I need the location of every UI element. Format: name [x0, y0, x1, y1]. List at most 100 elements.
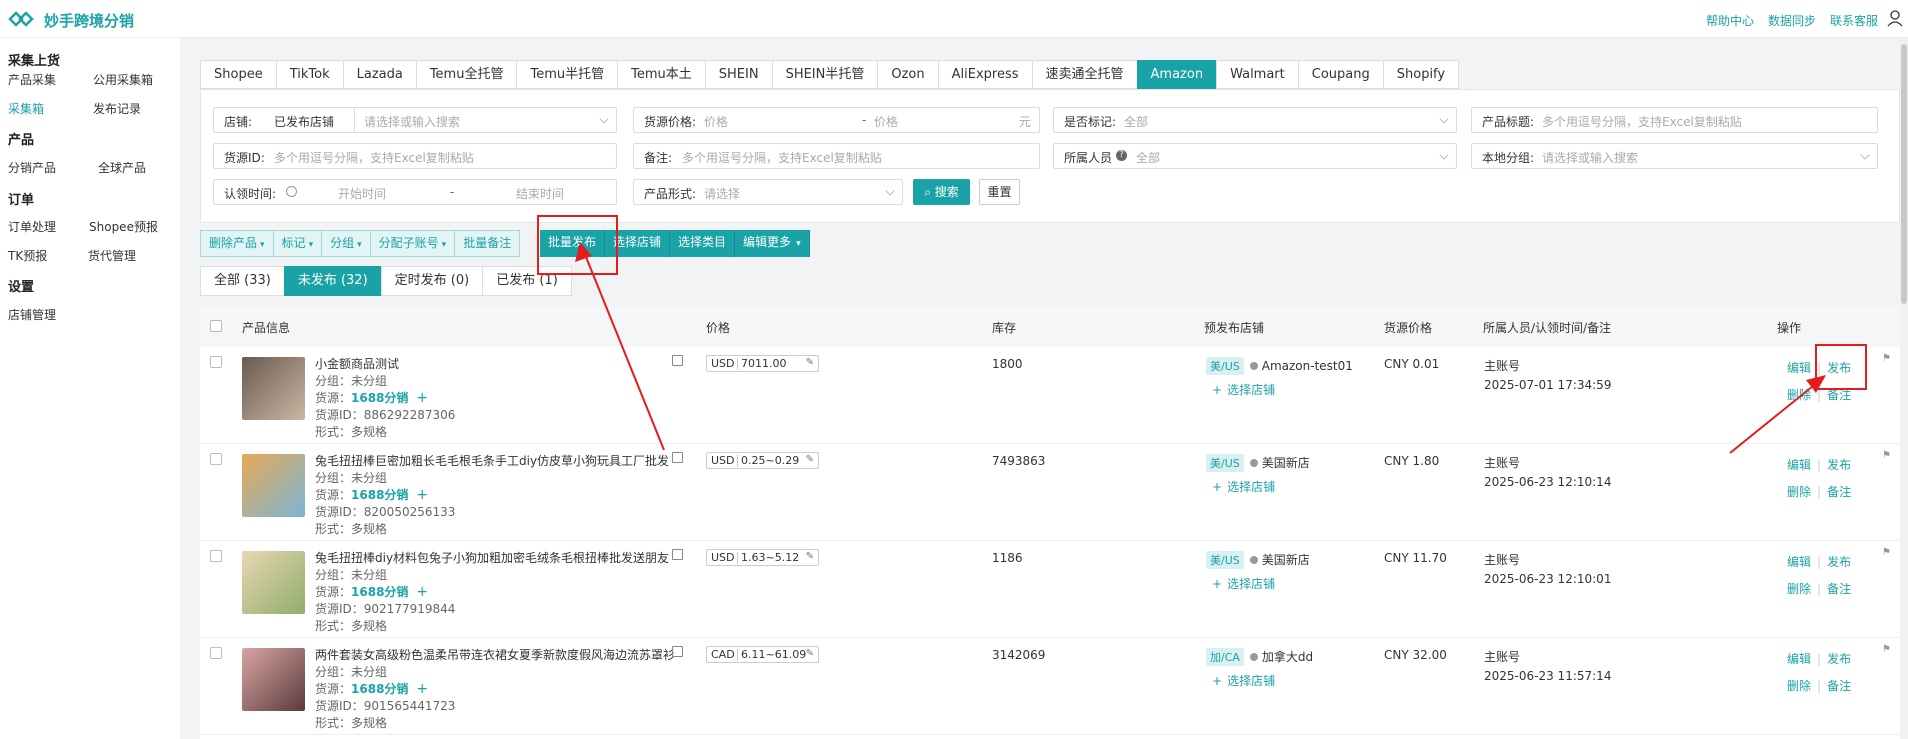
note-filter[interactable]: 备注: 多个用逗号分隔，支持Excel复制粘贴 — [633, 143, 1040, 169]
src-price-filter[interactable]: 货源价格: 价格 - 价格 元 — [633, 107, 1040, 133]
select-store-link[interactable]: + 选择店铺 — [1212, 478, 1275, 495]
tab-shein[interactable]: SHEIN — [704, 60, 772, 89]
marked-filter[interactable]: 是否标记: 全部 — [1053, 107, 1457, 133]
delete-button[interactable]: 删除 — [1787, 679, 1811, 693]
form-filter[interactable]: 产品形式: 请选择 — [633, 179, 903, 205]
select-all-checkbox[interactable] — [210, 320, 222, 332]
product-title[interactable]: 两件套装女高级粉色温柔吊带连衣裙女夏季新款度假风海边流苏罩衫 — [315, 646, 675, 663]
tab-temu本土[interactable]: Temu本土 — [617, 60, 705, 89]
form-select[interactable]: 请选择 — [704, 185, 740, 202]
action-0[interactable]: 删除产品 ▾ — [200, 230, 273, 257]
sidebar-item-forwarder[interactable]: 货代管理 — [88, 247, 136, 264]
reset-button[interactable]: 重置 — [979, 179, 1020, 205]
flag-icon[interactable]: ⚑ — [1882, 450, 1892, 461]
tab-tiktok[interactable]: TikTok — [275, 60, 343, 89]
note-button[interactable]: 备注 — [1827, 388, 1851, 402]
price-min-input[interactable]: 价格 — [704, 113, 728, 130]
tab-temu半托管[interactable]: Temu半托管 — [516, 60, 618, 89]
action-2[interactable]: 分组 ▾ — [321, 230, 370, 257]
edit-button[interactable]: 编辑 — [1787, 555, 1811, 569]
title-filter[interactable]: 产品标题: 多个用逗号分隔，支持Excel复制粘贴 — [1471, 107, 1878, 133]
start-time-input[interactable]: 开始时间 — [338, 185, 386, 202]
note-input[interactable]: 多个用逗号分隔，支持Excel复制粘贴 — [682, 149, 882, 166]
row-checkbox[interactable] — [210, 647, 222, 659]
sidebar-item-collect-box[interactable]: 采集箱 — [8, 100, 44, 117]
select-store-link[interactable]: + 选择店铺 — [1212, 381, 1275, 398]
tab-amazon[interactable]: Amazon — [1136, 60, 1217, 89]
srcid-input[interactable]: 多个用逗号分隔，支持Excel复制粘贴 — [274, 149, 474, 166]
tab-速卖通全托管[interactable]: 速卖通全托管 — [1031, 60, 1137, 89]
tab-temu全托管[interactable]: Temu全托管 — [415, 60, 517, 89]
sidebar-item-public-box[interactable]: 公用采集箱 — [93, 71, 153, 88]
add-icon[interactable]: + — [416, 681, 428, 697]
group-filter[interactable]: 本地分组: 请选择或输入搜索 — [1471, 143, 1878, 169]
tab-ozon[interactable]: Ozon — [877, 60, 938, 89]
tab-lazada[interactable]: Lazada — [342, 60, 416, 89]
action-3[interactable]: 分配子账号 ▾ — [369, 230, 455, 257]
select-store-link[interactable]: + 选择店铺 — [1212, 575, 1275, 592]
scrollbar-thumb[interactable] — [1901, 44, 1907, 304]
price-max-input[interactable]: 价格 — [874, 113, 898, 130]
delete-button[interactable]: 删除 — [1787, 582, 1811, 596]
edit-button[interactable]: 编辑 — [1787, 458, 1811, 472]
data-sync-link[interactable]: 数据同步 — [1768, 12, 1816, 29]
sidebar-item-shopee-forecast[interactable]: Shopee预报 — [89, 218, 158, 235]
sidebar-item-publish-log[interactable]: 发布记录 — [93, 100, 141, 117]
publish-button[interactable]: 发布 — [1827, 652, 1851, 666]
flag-icon[interactable]: ⚑ — [1882, 353, 1892, 364]
pencil-icon[interactable]: ✎ — [806, 648, 814, 659]
action-4[interactable]: 批量备注 — [454, 230, 521, 257]
search-button[interactable]: ⌕ 搜索 — [913, 179, 970, 205]
flag-icon[interactable]: ⚑ — [1882, 547, 1892, 558]
price-input[interactable]: USD 7011.00 ✎ — [706, 355, 819, 372]
note-button[interactable]: 备注 — [1827, 485, 1851, 499]
srcid-filter[interactable]: 货源ID: 多个用逗号分隔，支持Excel复制粘贴 — [213, 143, 617, 169]
add-icon[interactable]: + — [416, 584, 428, 600]
pencil-icon[interactable]: ✎ — [806, 551, 814, 562]
tab-shopify[interactable]: Shopify — [1382, 60, 1460, 89]
source-link[interactable]: 1688分销 — [351, 682, 408, 696]
action-1[interactable]: 标记 ▾ — [272, 230, 322, 257]
delete-button[interactable]: 删除 — [1787, 485, 1811, 499]
product-thumbnail[interactable] — [242, 454, 305, 517]
note-button[interactable]: 备注 — [1827, 582, 1851, 596]
sidebar-item-order-process[interactable]: 订单处理 — [8, 218, 56, 235]
contact-support-link[interactable]: 联系客服 — [1830, 12, 1878, 29]
pencil-icon[interactable]: ✎ — [806, 454, 814, 465]
tab-aliexpress[interactable]: AliExpress — [937, 60, 1032, 89]
row-checkbox[interactable] — [210, 356, 222, 368]
edit-button[interactable]: 编辑 — [1787, 361, 1811, 375]
sidebar-item-store-manage[interactable]: 店铺管理 — [8, 306, 56, 323]
row-checkbox[interactable] — [210, 550, 222, 562]
end-time-input[interactable]: 结束时间 — [516, 185, 564, 202]
source-link[interactable]: 1688分销 — [351, 585, 408, 599]
note-button[interactable]: 备注 — [1827, 679, 1851, 693]
product-thumbnail[interactable] — [242, 357, 305, 420]
product-title[interactable]: 兔毛扭扭棒diy材料包兔子小狗加粗加密毛绒条毛根扭棒批发送朋友 — [315, 549, 669, 566]
edit-title-icon[interactable] — [672, 355, 683, 366]
claim-time-filter[interactable]: 认领时间: 开始时间 - 结束时间 — [213, 179, 617, 205]
store-search-input[interactable]: 请选择或输入搜索 — [364, 113, 460, 130]
sidebar-item-product-collect[interactable]: 产品采集 — [8, 71, 56, 88]
sidebar-item-dist-product[interactable]: 分销产品 — [8, 159, 56, 176]
status-tab-0[interactable]: 全部 (33) — [200, 266, 284, 296]
tab-coupang[interactable]: Coupang — [1297, 60, 1383, 89]
tab-shopee[interactable]: Shopee — [200, 60, 276, 89]
publish-button[interactable]: 发布 — [1827, 458, 1851, 472]
source-link[interactable]: 1688分销 — [351, 391, 408, 405]
flag-icon[interactable]: ⚑ — [1882, 644, 1892, 655]
publish-button[interactable]: 发布 — [1827, 555, 1851, 569]
batch-action-2[interactable]: 选择类目 — [670, 230, 736, 257]
edit-title-icon[interactable] — [672, 646, 683, 657]
product-title[interactable]: 兔毛扭扭棒巨密加粗长毛毛根毛条手工diy仿皮草小狗玩具工厂批发 — [315, 452, 669, 469]
owner-filter[interactable]: 所属人员 ? 全部 — [1053, 143, 1457, 169]
pencil-icon[interactable]: ✎ — [806, 357, 814, 368]
tab-shein半托管[interactable]: SHEIN半托管 — [771, 60, 878, 89]
tab-walmart[interactable]: Walmart — [1216, 60, 1298, 89]
add-icon[interactable]: + — [416, 390, 428, 406]
user-icon[interactable] — [1886, 9, 1904, 27]
product-thumbnail[interactable] — [242, 648, 305, 711]
delete-button[interactable]: 删除 — [1787, 388, 1811, 402]
title-input[interactable]: 多个用逗号分隔，支持Excel复制粘贴 — [1542, 113, 1742, 130]
product-thumbnail[interactable] — [242, 551, 305, 614]
